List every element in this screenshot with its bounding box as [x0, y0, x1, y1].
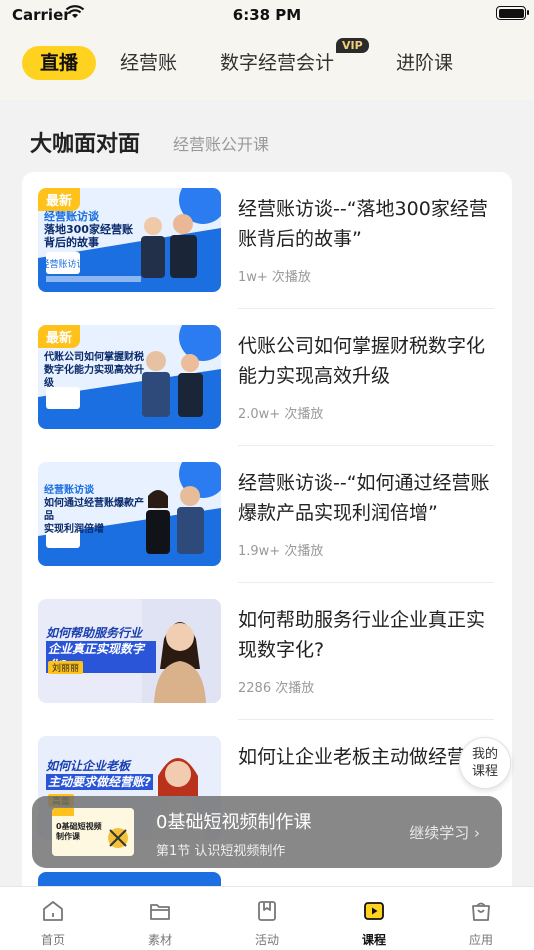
- thumb-line: 实现利润倍增: [44, 524, 104, 535]
- thumb-line: 落地300家经营账: [44, 223, 133, 236]
- nav-label: 课程: [361, 933, 386, 947]
- my-course-button[interactable]: 我的 课程: [459, 737, 511, 789]
- thumb-caption: 经营账访谈: [40, 258, 85, 270]
- my-course-label: 我的: [471, 747, 498, 762]
- nav-label: 素材: [147, 933, 172, 947]
- course-thumbnail: 如何帮助服务行业 企业真正实现数字化? 刘丽丽: [38, 599, 221, 703]
- course-title: 经营账访谈--“如何通过经营账爆款产品实现利润倍增”: [238, 472, 490, 524]
- course-title: 如何帮助服务行业企业真正实现数字化?: [238, 609, 486, 661]
- play-count: 2286 次播放: [238, 681, 315, 696]
- course-title: 代账公司如何掌握财税数字化能力实现高效升级: [238, 335, 486, 387]
- nav-label: 应用: [468, 933, 493, 947]
- play-count: 1.9w+ 次播放: [238, 544, 324, 559]
- folder-icon: [150, 904, 170, 920]
- mini-thumb-caption: 0基础短视频制作课: [56, 822, 102, 841]
- bookmark-icon: [258, 901, 276, 921]
- course-item[interactable]: 经营账访谈 如何通过经营账爆款产品 实现利润倍增 经营账访谈--“如何通过经营账…: [22, 446, 512, 583]
- section-subtitle: 经营账公开课: [173, 135, 270, 154]
- tab-business-ledger[interactable]: 经营账: [120, 46, 177, 80]
- new-badge: 最新: [38, 325, 81, 348]
- clock: 6:38 PM: [232, 6, 302, 24]
- thumb-line: 如何让企业老板: [46, 759, 131, 773]
- section-title: 大咖面对面: [30, 132, 141, 157]
- continue-learning-bar[interactable]: 0基础短视频制作课 0基础短视频制作课 第1节 认识短视频制作 继续学习 ›: [32, 796, 502, 868]
- thumb-line: 数字化能力实现高效升级: [44, 365, 144, 389]
- course-item[interactable]: 经营账访谈 经营账访谈 落地300家经营账 背后的故事 最新 经营账访谈--“落…: [22, 172, 512, 309]
- nav-activities[interactable]: 活动: [227, 887, 307, 950]
- nav-materials[interactable]: 素材: [120, 887, 200, 950]
- nav-label: 首页: [40, 933, 65, 947]
- continue-learning-button[interactable]: 继续学习 ›: [409, 822, 480, 843]
- course-thumbnail: 经营账访谈 如何通过经营账爆款产品 实现利润倍增: [38, 462, 221, 566]
- nav-courses[interactable]: 课程: [334, 887, 414, 950]
- my-course-label: 课程: [471, 764, 498, 779]
- top-tab-bar: 直播 经营账 数字经营会计 VIP 进阶课: [0, 30, 534, 100]
- nav-apps[interactable]: 应用: [441, 887, 521, 950]
- mini-player-title: 0基础短视频制作课: [156, 812, 312, 833]
- tab-live[interactable]: 直播: [22, 46, 97, 80]
- tab-digital-accounting[interactable]: 数字经营会计: [220, 46, 334, 80]
- bag-icon: [472, 902, 490, 921]
- course-item[interactable]: 代账公司如何掌握财税 数字化能力实现高效升级 最新 代账公司如何掌握财税数字化能…: [22, 309, 512, 446]
- battery-icon: [496, 6, 529, 20]
- status-bar: Carrier 6:38 PM: [0, 0, 534, 30]
- play-count: 2.0w+ 次播放: [238, 407, 324, 422]
- tab-advanced[interactable]: 进阶课: [396, 46, 453, 80]
- home-icon: [43, 901, 63, 921]
- play-count: 1w+ 次播放: [238, 270, 311, 285]
- nav-label: 活动: [254, 933, 279, 947]
- course-item[interactable]: 如何帮助服务行业 企业真正实现数字化? 刘丽丽 如何帮助服务行业企业真正实现数字…: [22, 583, 512, 720]
- thumb-line: 如何通过经营账爆款产品: [44, 498, 144, 522]
- mini-player-subtitle: 第1节 认识短视频制作: [156, 844, 286, 859]
- play-icon: [364, 902, 384, 920]
- course-thumbnail: 代账公司如何掌握财税 数字化能力实现高效升级 最新: [38, 325, 221, 429]
- nav-home[interactable]: 首页: [13, 887, 93, 950]
- speaker-name: 刘丽丽: [48, 661, 84, 674]
- thumb-line: 如何帮助服务行业: [46, 626, 143, 640]
- thumb-line: 主动要求做经营账?: [46, 774, 153, 790]
- vip-badge: VIP: [336, 38, 369, 53]
- new-badge: 最新: [38, 188, 81, 211]
- course-title: 经营账访谈--“落地300家经营账背后的故事”: [238, 198, 488, 250]
- thumb-line: 背后的故事: [44, 236, 99, 249]
- course-thumbnail: 经营账访谈 经营账访谈 落地300家经营账 背后的故事 最新: [38, 188, 221, 292]
- thumb-line: 经营账访谈: [44, 485, 94, 496]
- thumb-line: 经营账访谈: [44, 210, 99, 223]
- thumb-line: 代账公司如何掌握财税: [44, 352, 144, 363]
- mini-player-thumbnail: 0基础短视频制作课: [52, 808, 134, 856]
- bottom-nav: 首页 素材 活动 课程 应用: [0, 886, 534, 950]
